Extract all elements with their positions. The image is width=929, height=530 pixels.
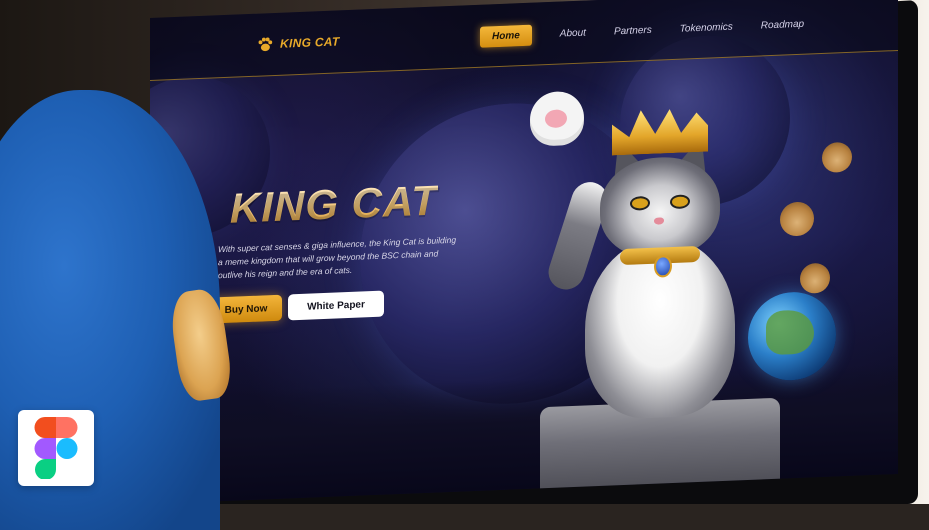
nav-item-about[interactable]: About: [560, 27, 586, 39]
white-paper-button[interactable]: White Paper: [288, 290, 384, 321]
main-nav: Home About Partners Tokenomics Roadmap: [480, 14, 804, 48]
nav-item-tokenomics[interactable]: Tokenomics: [680, 22, 733, 35]
cat-paw-icon: [530, 90, 584, 147]
brand-logo[interactable]: KING CAT: [256, 32, 340, 53]
nav-item-roadmap[interactable]: Roadmap: [761, 19, 804, 32]
paw-icon: [780, 201, 814, 237]
nav-item-partners[interactable]: Partners: [614, 25, 652, 38]
brand-name: KING CAT: [280, 34, 340, 51]
nav-item-home[interactable]: Home: [480, 24, 532, 48]
crown-icon: [612, 108, 708, 156]
hero-title: KING CAT: [230, 176, 438, 232]
paw-icon: [258, 37, 273, 52]
paw-icon: [822, 141, 852, 174]
king-cat-illustration: [530, 82, 790, 498]
figma-icon: [34, 417, 78, 479]
laptop-screen: KING CAT Home About Partners Tokenomics …: [150, 0, 898, 505]
figma-badge: [18, 410, 94, 486]
cat-head: [600, 155, 720, 260]
paw-icon: [800, 262, 830, 294]
